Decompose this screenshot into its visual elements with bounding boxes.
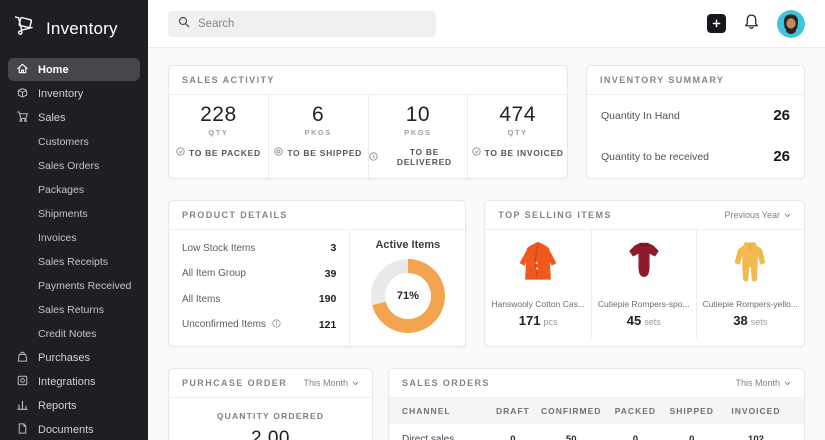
sales-activity-title: SALES ACTIVITY [182, 75, 275, 85]
product-details-card: PRODUCT DETAILS Low Stock Items 3 All It… [168, 200, 466, 347]
product-image-yellow-romper [720, 239, 780, 292]
top-selling-item-1[interactable]: Hanswooly Cotton Cas... 171pcs [485, 230, 592, 338]
quantity-to-be-received-row: Quantity to be received 26 [600, 136, 791, 177]
sidebar-item-sales[interactable]: Sales [8, 106, 140, 129]
to-be-packed-stat[interactable]: 228 QTY TO BE PACKED [169, 95, 269, 178]
to-be-invoiced-stat[interactable]: 474 QTY TO BE INVOICED [468, 95, 567, 178]
quick-add-button[interactable] [707, 14, 726, 33]
sidebar-item-inventory[interactable]: Inventory [8, 82, 140, 105]
sidebar-item-shipments[interactable]: Shipments [8, 202, 140, 225]
document-icon [16, 422, 29, 438]
all-item-group-row[interactable]: All Item Group 39 [182, 268, 336, 280]
active-items-chart-title: Active Items [375, 239, 440, 251]
sidebar-item-sales-returns[interactable]: Sales Returns [8, 298, 140, 321]
to-be-shipped-stat[interactable]: 6 PKGS TO BE SHIPPED [269, 95, 369, 178]
purchase-order-card: PURHCASE ORDER This Month QUANTITY ORDER… [168, 368, 373, 440]
to-be-delivered-icon [369, 152, 378, 163]
search-input[interactable] [198, 18, 426, 30]
top-selling-items-title: TOP SELLING ITEMS [498, 210, 611, 220]
topbar [148, 0, 825, 48]
sidebar-item-packages[interactable]: Packages [8, 178, 140, 201]
to-be-packed-icon [176, 147, 185, 158]
top-selling-item-2[interactable]: Cutiepie Rompers-spo... 45sets [592, 230, 697, 338]
to-be-delivered-stat[interactable]: 10 PKGS TO BE DELIVERED [369, 95, 469, 178]
app-title: Inventory [46, 19, 118, 39]
chevron-down-icon [352, 378, 359, 388]
inventory-summary-title: INVENTORY SUMMARY [600, 75, 724, 85]
top-selling-range-dropdown[interactable]: Previous Year [724, 210, 791, 220]
product-image-maroon-romper [614, 239, 674, 292]
sidebar-item-reports[interactable]: Reports [8, 394, 140, 417]
bag-icon [16, 350, 29, 366]
sales-orders-title: SALES ORDERS [402, 378, 490, 388]
integrations-icon [16, 374, 29, 390]
sidebar-item-invoices[interactable]: Invoices [8, 226, 140, 249]
quantity-ordered-value: 2.00 [169, 428, 372, 440]
handtruck-logo-icon [12, 14, 37, 43]
user-avatar[interactable] [777, 10, 805, 38]
low-stock-items-row[interactable]: Low Stock Items 3 [182, 242, 336, 254]
chevron-down-icon [784, 378, 791, 388]
sidebar-item-sales-receipts[interactable]: Sales Receipts [8, 250, 140, 273]
quantity-in-hand-row: Quantity In Hand 26 [600, 95, 791, 136]
sidebar-item-customers[interactable]: Customers [8, 130, 140, 153]
box-icon [16, 86, 29, 102]
app-logo: Inventory [0, 10, 148, 57]
sidebar-item-purchases[interactable]: Purchases [8, 346, 140, 369]
dashboard-content: SALES ACTIVITY 228 QTY TO BE PACKED 6 PK… [148, 48, 825, 440]
search-icon [178, 15, 190, 33]
bar-chart-icon [16, 398, 29, 414]
plus-icon [712, 15, 721, 33]
notifications-bell-icon[interactable] [743, 13, 760, 35]
top-selling-item-3[interactable]: Cutiepie Rompers-yello... 38sets [697, 230, 804, 338]
sidebar-item-integrations[interactable]: Integrations [8, 370, 140, 393]
sidebar-item-credit-notes[interactable]: Credit Notes [8, 322, 140, 345]
product-image-orange-cardigan [508, 239, 568, 292]
product-details-title: PRODUCT DETAILS [182, 210, 288, 220]
sidebar: Inventory Home Inventory Sales Customers… [0, 0, 148, 440]
sales-orders-table-header: CHANNEL DRAFT CONFIRMED PACKED SHIPPED I… [389, 398, 804, 424]
table-row[interactable]: Direct sales 0 50 0 0 102 [389, 424, 804, 440]
search-box[interactable] [168, 11, 436, 37]
sidebar-item-home[interactable]: Home [8, 58, 140, 81]
cart-icon [16, 110, 29, 126]
to-be-shipped-icon [274, 147, 283, 158]
purchase-order-title: PURHCASE ORDER [182, 378, 287, 388]
active-items-percent: 71% [397, 290, 419, 302]
all-items-row[interactable]: All Items 190 [182, 293, 336, 305]
home-icon [16, 62, 29, 78]
sales-orders-card: SALES ORDERS This Month CHANNEL DRAFT CO… [388, 368, 805, 440]
inventory-summary-card: INVENTORY SUMMARY Quantity In Hand 26 Qu… [586, 65, 805, 179]
unconfirmed-items-row[interactable]: Unconfirmed Items 121 [182, 319, 336, 331]
quantity-ordered-label: QUANTITY ORDERED [169, 411, 372, 421]
sidebar-item-payments-received[interactable]: Payments Received [8, 274, 140, 297]
main-area: SALES ACTIVITY 228 QTY TO BE PACKED 6 PK… [148, 0, 825, 440]
chevron-down-icon [784, 210, 791, 220]
purchase-order-range-dropdown[interactable]: This Month [303, 378, 359, 388]
info-icon[interactable] [272, 319, 281, 331]
top-selling-items-card: TOP SELLING ITEMS Previous Year [484, 200, 805, 347]
sidebar-item-sales-orders[interactable]: Sales Orders [8, 154, 140, 177]
sidebar-item-documents[interactable]: Documents [8, 418, 140, 440]
sales-activity-card: SALES ACTIVITY 228 QTY TO BE PACKED 6 PK… [168, 65, 568, 179]
active-items-donut: 71% [371, 259, 445, 333]
sales-orders-range-dropdown[interactable]: This Month [735, 378, 791, 388]
to-be-invoiced-icon [472, 147, 481, 158]
